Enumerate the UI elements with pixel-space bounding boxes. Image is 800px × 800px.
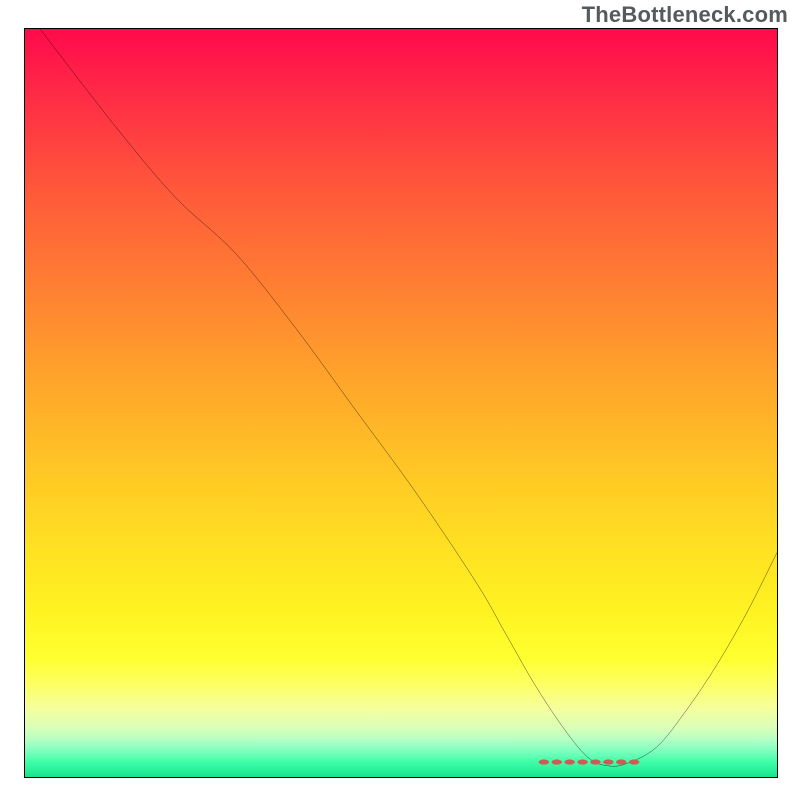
- chart-svg: [25, 29, 777, 777]
- watermark-label: TheBottleneck.com: [582, 2, 788, 28]
- valley-dot: [590, 759, 601, 764]
- plot-area: [24, 28, 778, 778]
- valley-dot: [564, 759, 575, 764]
- valley-dot: [629, 759, 640, 764]
- valley-dot: [616, 759, 627, 764]
- chart-stage: TheBottleneck.com: [0, 0, 800, 800]
- valley-dot: [539, 759, 550, 764]
- valley-marker: [539, 759, 640, 764]
- valley-dot: [577, 759, 588, 764]
- valley-dot: [552, 759, 563, 764]
- valley-dot: [603, 759, 614, 764]
- bottleneck-curve: [40, 29, 777, 766]
